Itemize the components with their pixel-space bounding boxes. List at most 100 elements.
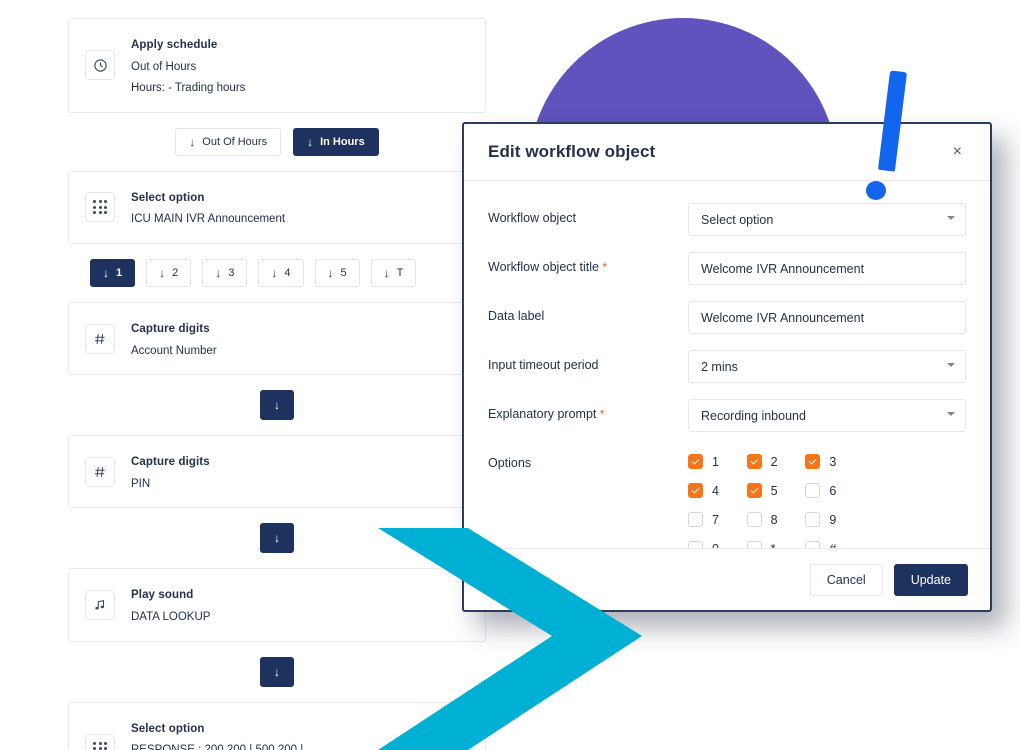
explanatory-prompt-select[interactable]: Recording inbound xyxy=(688,399,966,432)
music-note-icon xyxy=(85,589,115,620)
schedule-branch-buttons: ↓ Out Of Hours ↓ In Hours xyxy=(68,127,486,156)
option-branch-button-1[interactable]: ↓ 1 xyxy=(90,258,136,287)
option-branch-button-timeout[interactable]: ↓ T xyxy=(370,258,417,287)
field-row-data-label: Data label Welcome IVR Announcement xyxy=(488,301,966,334)
card-subtitle: PIN xyxy=(131,477,151,490)
workflow-card-apply-schedule[interactable]: Apply schedule Out of Hours Hours: - Tra… xyxy=(68,18,486,113)
select-value: Recording inbound xyxy=(701,408,806,423)
field-label: Input timeout period xyxy=(488,358,599,372)
workflow-card-capture-digits-account[interactable]: Capture digits Account Number xyxy=(68,301,486,376)
workflow-object-title-input[interactable]: Welcome IVR Announcement xyxy=(688,252,966,285)
options-checkbox-grid: 1 2 3 4 5 6 7 8 9 xyxy=(688,448,864,548)
connector-arrow-button[interactable]: ↓ xyxy=(260,523,294,554)
dot-grid-icon xyxy=(85,192,115,223)
cancel-button[interactable]: Cancel xyxy=(809,563,883,596)
option-branch-buttons: ↓ 1 ↓ 2 ↓ 3 ↓ 4 ↓ 5 ↓ T xyxy=(68,258,486,287)
chevron-down-icon xyxy=(947,412,955,416)
hash-icon xyxy=(85,456,115,487)
option-checkbox-star[interactable]: * xyxy=(746,541,806,549)
option-label: 5 xyxy=(770,483,778,498)
checkbox-icon xyxy=(746,512,762,527)
option-checkbox-3[interactable]: 3 xyxy=(805,454,864,469)
checkbox-icon xyxy=(746,541,762,548)
chevron-down-icon xyxy=(947,363,955,367)
card-subtitle: ICU MAIN IVR Announcement xyxy=(131,213,286,226)
card-title: Select option xyxy=(131,722,205,735)
option-checkbox-hash[interactable]: # xyxy=(805,541,864,548)
field-label: Workflow object title * xyxy=(488,252,688,274)
workflow-object-select[interactable]: Select option xyxy=(688,203,966,236)
option-checkbox-7[interactable]: 7 xyxy=(688,512,747,527)
input-value: Welcome IVR Announcement xyxy=(701,261,865,276)
hash-icon xyxy=(85,323,115,354)
input-timeout-period-select[interactable]: 2 mins xyxy=(688,350,966,383)
down-arrow-icon: ↓ xyxy=(271,265,278,280)
option-checkbox-9[interactable]: 9 xyxy=(805,512,864,527)
field-label: Explanatory prompt * xyxy=(488,399,688,421)
option-label: 0 xyxy=(712,542,719,549)
dot-grid-icon xyxy=(85,733,115,750)
checkbox-icon xyxy=(688,454,703,469)
option-label: 8 xyxy=(770,512,778,527)
workflow-card-capture-digits-pin[interactable]: Capture digits PIN xyxy=(68,435,486,509)
option-label: # xyxy=(829,542,836,549)
branch-button-label: Out Of Hours xyxy=(202,135,268,148)
select-value: Select option xyxy=(701,212,774,227)
decorative-exclamation-dot xyxy=(866,181,886,200)
card-subtitle: Account Number xyxy=(131,344,217,357)
option-label: 9 xyxy=(829,512,837,527)
checkbox-icon xyxy=(746,483,762,498)
card-title: Apply schedule xyxy=(131,39,218,51)
required-marker: * xyxy=(599,407,605,421)
checkbox-icon xyxy=(688,483,703,498)
option-checkbox-0[interactable]: 0 xyxy=(688,541,747,548)
field-row-workflow-object-title: Workflow object title * Welcome IVR Anno… xyxy=(488,252,966,285)
option-checkbox-8[interactable]: 8 xyxy=(746,512,806,527)
decorative-cyan-chevron xyxy=(378,528,642,750)
down-arrow-icon: ↓ xyxy=(274,531,280,546)
checkbox-icon xyxy=(805,512,821,527)
close-icon[interactable]: × xyxy=(947,140,968,164)
workflow-card-select-option-main[interactable]: Select option ICU MAIN IVR Announcement xyxy=(68,170,486,244)
card-subtitle: DATA LOOKUP xyxy=(131,610,211,623)
option-checkbox-4[interactable]: 4 xyxy=(688,483,747,498)
option-branch-label: 1 xyxy=(116,266,123,279)
option-label: * xyxy=(771,542,776,549)
connector-arrow-button[interactable]: ↓ xyxy=(260,390,294,421)
checkbox-icon xyxy=(746,454,762,469)
select-value: 2 mins xyxy=(701,359,738,374)
option-checkbox-2[interactable]: 2 xyxy=(746,454,806,469)
dialog-header: Edit workflow object × xyxy=(464,124,990,181)
update-button[interactable]: Update xyxy=(893,563,968,596)
card-title: Select option xyxy=(131,191,205,204)
checkbox-icon xyxy=(805,541,821,548)
field-row-input-timeout-period: Input timeout period 2 mins xyxy=(488,350,966,383)
app-canvas: Apply schedule Out of Hours Hours: - Tra… xyxy=(0,0,1020,750)
option-branch-button-4[interactable]: ↓ 4 xyxy=(258,258,304,287)
field-row-explanatory-prompt: Explanatory prompt * Recording inbound xyxy=(488,399,966,432)
down-arrow-icon: ↓ xyxy=(307,134,314,149)
field-label-text: Workflow object title xyxy=(488,260,599,274)
option-branch-button-3[interactable]: ↓ 3 xyxy=(202,258,248,287)
option-branch-button-5[interactable]: ↓ 5 xyxy=(314,258,360,287)
down-arrow-icon: ↓ xyxy=(274,398,280,413)
option-branch-label: 2 xyxy=(172,266,179,279)
option-label: 2 xyxy=(770,454,778,469)
card-title: Capture digits xyxy=(131,456,210,469)
checkbox-icon xyxy=(688,541,703,548)
branch-button-in-hours[interactable]: ↓ In Hours xyxy=(293,127,379,156)
clock-icon xyxy=(85,50,115,81)
chevron-down-icon xyxy=(947,216,955,220)
branch-button-out-of-hours[interactable]: ↓ Out Of Hours xyxy=(175,127,282,156)
option-checkbox-1[interactable]: 1 xyxy=(688,454,747,469)
option-label: 4 xyxy=(712,483,719,498)
options-label: Options xyxy=(488,456,532,470)
option-branch-button-2[interactable]: ↓ 2 xyxy=(146,258,192,287)
option-checkbox-6[interactable]: 6 xyxy=(805,483,864,498)
connector-arrow-button[interactable]: ↓ xyxy=(260,656,294,687)
option-checkbox-5[interactable]: 5 xyxy=(746,483,806,498)
option-label: 3 xyxy=(829,454,837,469)
dialog-title: Edit workflow object xyxy=(488,142,656,161)
data-label-input[interactable]: Welcome IVR Announcement xyxy=(688,301,966,334)
down-arrow-icon: ↓ xyxy=(189,134,196,149)
